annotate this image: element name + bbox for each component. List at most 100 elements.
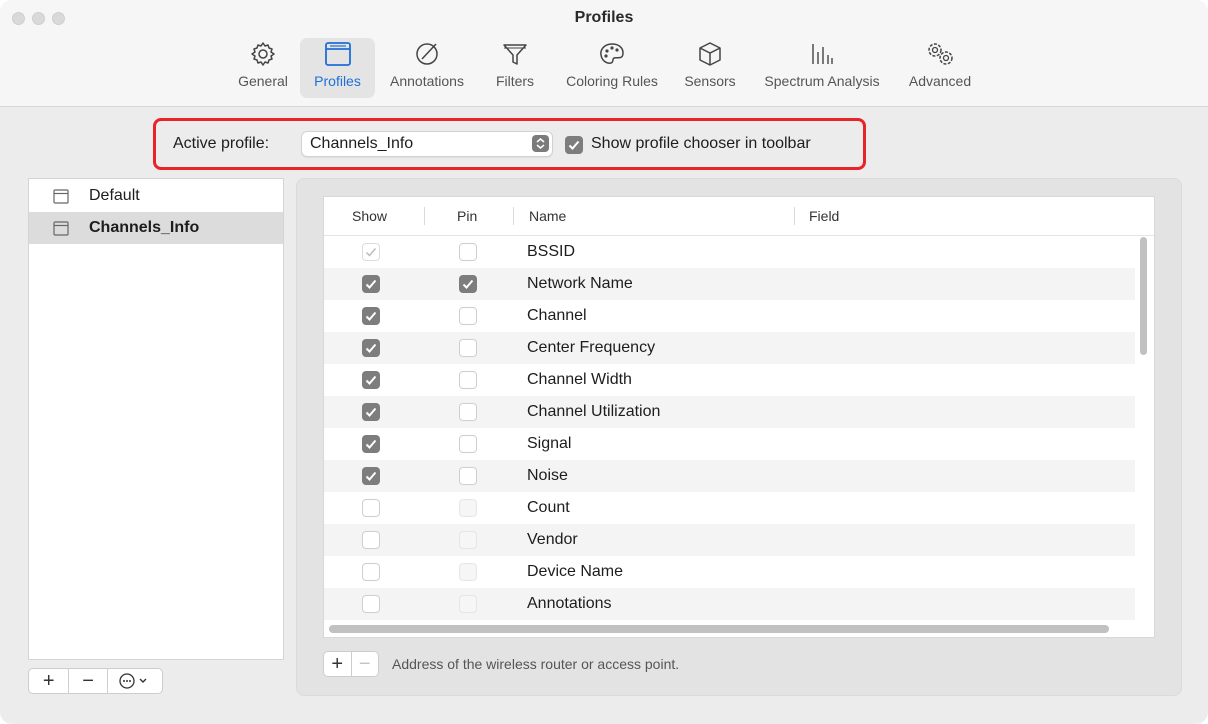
pin-checkbox[interactable] xyxy=(459,595,477,613)
vertical-scrollbar[interactable] xyxy=(1140,237,1147,355)
toolbar-general[interactable]: General xyxy=(231,38,295,98)
column-name: Vendor xyxy=(527,531,578,548)
toolbar-annotations[interactable]: Annotations xyxy=(380,38,474,98)
horizontal-scrollbar[interactable] xyxy=(329,625,1109,633)
gear-icon xyxy=(250,38,276,70)
toolbar-label: Annotations xyxy=(390,73,464,89)
profile-item-label: Default xyxy=(89,187,140,204)
show-chooser-checkbox[interactable] xyxy=(565,136,583,154)
show-checkbox[interactable] xyxy=(362,371,380,389)
pin-checkbox[interactable] xyxy=(459,371,477,389)
toolbar-label: General xyxy=(238,73,288,89)
table-row[interactable]: BSSID xyxy=(324,236,1135,268)
toolbar-label: Coloring Rules xyxy=(566,73,658,89)
pin-checkbox[interactable] xyxy=(459,403,477,421)
table-row[interactable]: Device Name xyxy=(324,556,1135,588)
table-row[interactable]: Channel Utilization xyxy=(324,396,1135,428)
show-checkbox[interactable] xyxy=(362,307,380,325)
pin-checkbox[interactable] xyxy=(459,499,477,517)
add-column-button[interactable]: + xyxy=(324,652,351,676)
toolbar-label: Sensors xyxy=(684,73,736,89)
column-name: Count xyxy=(527,499,570,516)
toolbar-spectrum-analysis[interactable]: Spectrum Analysis xyxy=(752,38,892,98)
active-profile-label: Active profile: xyxy=(173,135,270,152)
remove-profile-button[interactable]: − xyxy=(69,669,108,693)
show-checkbox[interactable] xyxy=(362,563,380,581)
column-divider xyxy=(513,207,514,225)
toolbar-sensors[interactable]: Sensors xyxy=(677,38,743,98)
column-header-name[interactable]: Name xyxy=(529,208,566,224)
profile-item-channels-info[interactable]: Channels_Info xyxy=(29,212,283,244)
checkmark-icon xyxy=(365,439,377,449)
toolbar-advanced[interactable]: Advanced xyxy=(900,38,980,98)
pin-checkbox[interactable] xyxy=(459,275,477,293)
column-name: Channel xyxy=(527,307,587,324)
pin-checkbox[interactable] xyxy=(459,243,477,261)
pin-checkbox[interactable] xyxy=(459,563,477,581)
table-row[interactable]: Network Name xyxy=(324,268,1135,300)
checkmark-icon xyxy=(365,375,377,385)
profile-window-icon xyxy=(53,221,69,236)
show-checkbox[interactable] xyxy=(362,595,380,613)
active-profile-group: Active profile: Channels_Info Show profi… xyxy=(153,118,866,170)
column-name: Network Name xyxy=(527,275,633,292)
add-profile-button[interactable]: + xyxy=(29,669,70,693)
profile-list: Default Channels_Info xyxy=(28,178,284,660)
show-checkbox[interactable] xyxy=(362,275,380,293)
remove-column-button[interactable]: − xyxy=(350,652,379,676)
profile-list-controls: + − xyxy=(28,668,163,694)
profile-window-icon xyxy=(53,189,69,204)
spectrum-bars-icon xyxy=(809,38,835,70)
show-checkbox[interactable] xyxy=(362,243,380,261)
show-checkbox[interactable] xyxy=(362,499,380,517)
table-row[interactable]: Noise xyxy=(324,460,1135,492)
column-name: Channel Width xyxy=(527,371,632,388)
checkmark-icon xyxy=(365,279,377,289)
active-profile-popup[interactable]: Channels_Info xyxy=(301,131,553,157)
profile-window-icon xyxy=(324,38,352,70)
preferences-window: Profiles General Profiles Annotations Fi… xyxy=(0,0,1208,724)
toolbar-profiles[interactable]: Profiles xyxy=(300,38,375,98)
show-checkbox[interactable] xyxy=(362,531,380,549)
column-header-field[interactable]: Field xyxy=(809,208,839,224)
column-name: Annotations xyxy=(527,595,612,612)
table-row[interactable]: Vendor xyxy=(324,524,1135,556)
toolbar-label: Filters xyxy=(495,73,535,89)
column-header-show[interactable]: Show xyxy=(352,208,387,224)
checkmark-icon xyxy=(365,407,377,417)
toolbar-coloring-rules[interactable]: Coloring Rules xyxy=(556,38,668,98)
table-row[interactable]: Annotations xyxy=(324,588,1135,620)
cube-icon xyxy=(697,38,723,70)
show-checkbox[interactable] xyxy=(362,339,380,357)
column-header-pin[interactable]: Pin xyxy=(457,208,477,224)
table-row[interactable]: Center Frequency xyxy=(324,332,1135,364)
window-title: Profiles xyxy=(574,9,634,26)
checkmark-icon xyxy=(568,140,580,150)
checkmark-icon xyxy=(365,471,377,481)
column-list-controls: + − xyxy=(323,651,379,677)
show-checkbox[interactable] xyxy=(362,435,380,453)
column-divider xyxy=(424,207,425,225)
checkmark-icon xyxy=(365,311,377,321)
active-profile-value: Channels_Info xyxy=(310,135,414,152)
pin-checkbox[interactable] xyxy=(459,339,477,357)
more-actions-button[interactable] xyxy=(108,669,162,693)
show-checkbox[interactable] xyxy=(362,467,380,485)
table-row[interactable]: Channel Width xyxy=(324,364,1135,396)
pin-checkbox[interactable] xyxy=(459,467,477,485)
column-name: Center Frequency xyxy=(527,339,656,356)
table-row[interactable]: Signal xyxy=(324,428,1135,460)
column-name: BSSID xyxy=(527,243,576,260)
pin-checkbox[interactable] xyxy=(459,531,477,549)
toolbar-label: Profiles xyxy=(314,73,361,89)
pin-checkbox[interactable] xyxy=(459,435,477,453)
checkmark-icon xyxy=(365,248,377,257)
table-row[interactable]: Count xyxy=(324,492,1135,524)
show-chooser-label: Show profile chooser in toolbar xyxy=(591,135,811,152)
profile-item-default[interactable]: Default xyxy=(29,180,283,212)
table-row[interactable]: Channel xyxy=(324,300,1135,332)
toolbar-filters[interactable]: Filters xyxy=(488,38,542,98)
show-checkbox[interactable] xyxy=(362,403,380,421)
pin-checkbox[interactable] xyxy=(459,307,477,325)
ellipsis-circle-icon xyxy=(119,673,147,689)
